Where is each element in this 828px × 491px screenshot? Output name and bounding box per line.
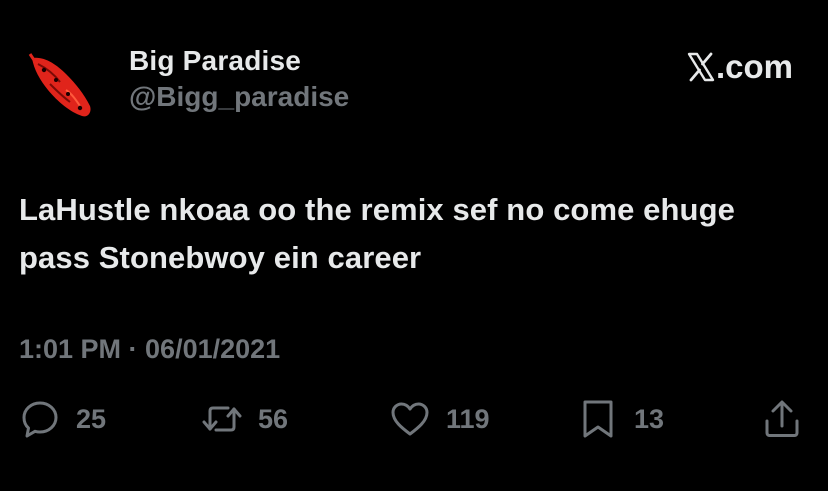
avatar[interactable]	[26, 50, 100, 124]
share-button[interactable]	[760, 396, 804, 442]
platform-label: .com	[687, 48, 793, 86]
repost-button[interactable]: 56	[200, 396, 288, 442]
action-bar: 25 56 119 13	[0, 396, 828, 446]
reply-icon	[18, 397, 62, 441]
user-handle[interactable]: @Bigg_paradise	[129, 80, 349, 114]
reply-count: 25	[76, 404, 107, 434]
like-count: 119	[446, 404, 490, 434]
like-button[interactable]: 119	[388, 396, 490, 442]
tweet-timestamp[interactable]: 1:01 PM · 06/01/2021	[19, 332, 280, 366]
heart-icon	[388, 397, 432, 441]
x-logo-icon	[687, 52, 715, 82]
tweet-text: LaHustle nkoaa oo the remix sef no come …	[19, 192, 735, 275]
reply-button[interactable]: 25	[18, 396, 106, 442]
repost-count: 56	[258, 404, 289, 434]
bookmark-count: 13	[634, 404, 665, 434]
red-leaf-avatar-icon	[28, 53, 91, 117]
tweet-card: Big Paradise @Bigg_paradise .com LaHustl…	[0, 0, 828, 491]
share-icon	[760, 397, 804, 441]
author-block: Big Paradise @Bigg_paradise	[129, 44, 349, 114]
platform-domain: .com	[715, 48, 793, 85]
bookmark-button[interactable]: 13	[576, 396, 664, 442]
bookmark-icon	[576, 397, 620, 441]
repost-icon	[200, 397, 244, 441]
display-name[interactable]: Big Paradise	[129, 44, 349, 78]
